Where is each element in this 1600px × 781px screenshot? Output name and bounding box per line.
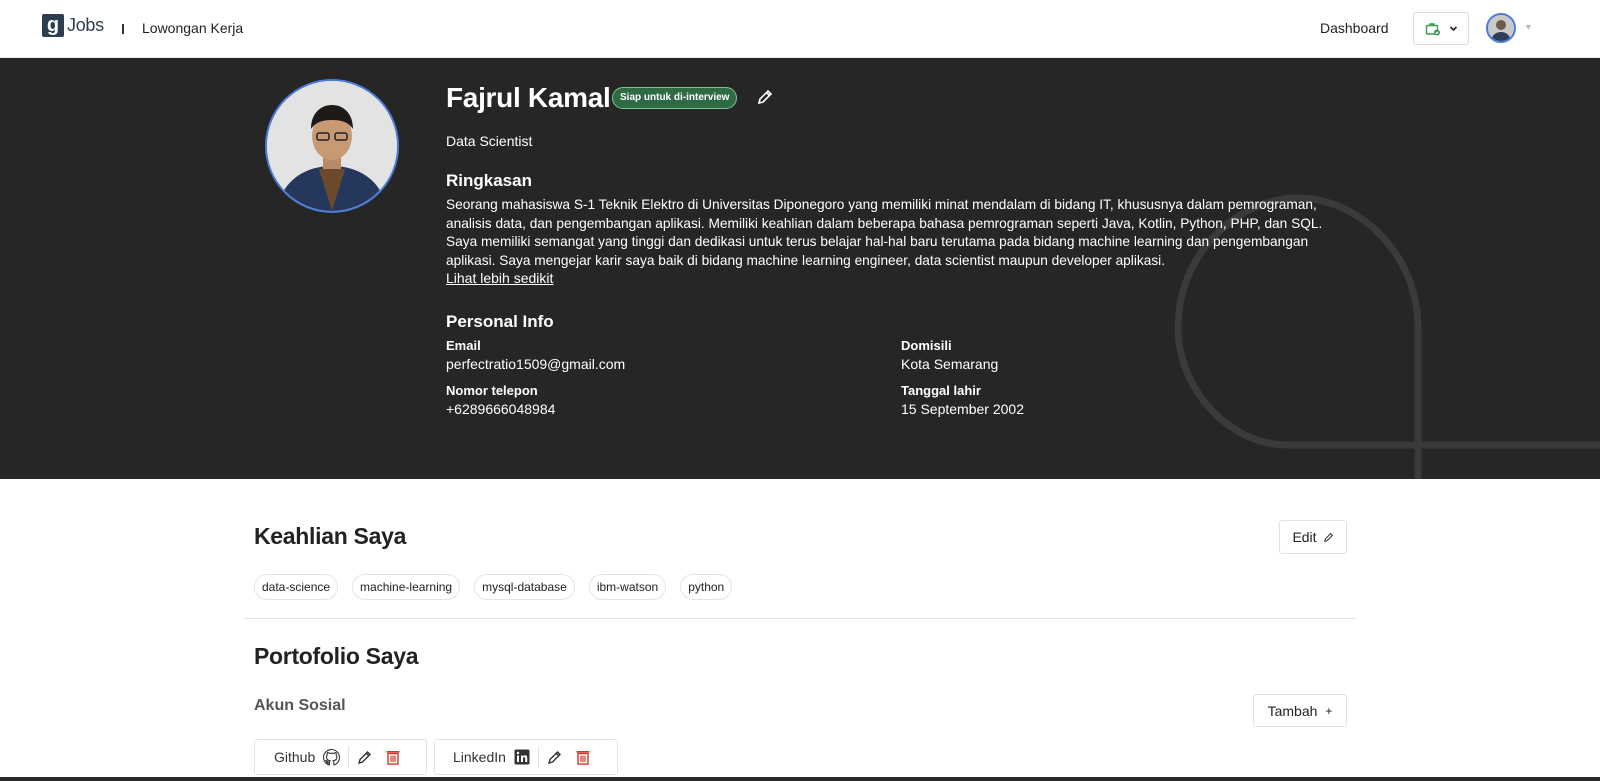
nav-link-dashboard[interactable]: Dashboard bbox=[1320, 20, 1389, 36]
edit-profile-button[interactable] bbox=[756, 88, 774, 111]
edit-skills-button[interactable]: Edit bbox=[1279, 520, 1347, 554]
profile-photo bbox=[265, 79, 399, 213]
nav-divider bbox=[122, 24, 124, 34]
profile-name: Fajrul Kamal bbox=[446, 82, 611, 113]
birthdate-label: Tanggal lahir bbox=[901, 383, 981, 398]
pencil-icon[interactable] bbox=[357, 749, 373, 765]
separator bbox=[348, 746, 350, 768]
summary-text: Seorang mahasiswa S-1 Teknik Elektro di … bbox=[446, 197, 1323, 268]
profile-hero: Fajrul Kamal Siap untuk di-interview Dat… bbox=[0, 58, 1600, 479]
skill-chip: ibm-watson bbox=[588, 574, 667, 600]
phone-value: +6289666048984 bbox=[446, 401, 556, 417]
edit-label: Edit bbox=[1292, 529, 1317, 545]
trash-icon[interactable] bbox=[575, 749, 591, 765]
skills-list: data-science machine-learning mysql-data… bbox=[254, 574, 733, 600]
email-value: perfectratio1509@gmail.com bbox=[446, 356, 626, 372]
profile-role: Data Scientist bbox=[446, 133, 533, 149]
logo-text: Jobs bbox=[67, 15, 104, 35]
skill-chip: mysql-database bbox=[474, 574, 575, 600]
skill-chip: machine-learning bbox=[352, 574, 461, 600]
domicile-value: Kota Semarang bbox=[901, 356, 999, 372]
gjobs-logo[interactable]: g Jobs bbox=[42, 14, 104, 37]
logo-mark: g bbox=[42, 14, 64, 37]
trash-icon[interactable] bbox=[385, 749, 401, 765]
chevron-down-icon bbox=[1449, 26, 1457, 32]
domicile-label: Domisili bbox=[901, 338, 952, 353]
skill-chip: python bbox=[680, 574, 733, 600]
birthdate-value: 15 September 2002 bbox=[901, 401, 1024, 417]
plus-icon: + bbox=[1325, 703, 1333, 718]
social-accounts-heading: Akun Sosial bbox=[254, 697, 346, 714]
top-navbar: g Jobs Lowongan Kerja Dashboard ▼ bbox=[0, 0, 1600, 58]
summary-heading: Ringkasan bbox=[446, 171, 532, 190]
see-less-link[interactable]: Lihat lebih sedikit bbox=[446, 270, 553, 286]
phone-label: Nomor telepon bbox=[446, 383, 538, 398]
nav-link-jobs[interactable]: Lowongan Kerja bbox=[142, 20, 243, 36]
separator bbox=[537, 746, 539, 768]
chevron-down-icon[interactable]: ▼ bbox=[1524, 22, 1533, 32]
avatar-image bbox=[1488, 15, 1514, 41]
user-avatar[interactable] bbox=[1486, 13, 1516, 43]
skills-heading: Keahlian Saya bbox=[254, 523, 407, 549]
skill-chip: data-science bbox=[254, 574, 339, 600]
social-account-github[interactable]: Github bbox=[254, 739, 427, 775]
portfolio-heading: Portofolio Saya bbox=[254, 643, 419, 669]
pencil-icon[interactable] bbox=[547, 749, 563, 765]
social-account-name: Github bbox=[274, 749, 316, 765]
personal-info-heading: Personal Info bbox=[446, 312, 554, 331]
linkedin-icon bbox=[514, 749, 530, 765]
github-icon bbox=[323, 748, 341, 766]
interview-status-badge: Siap untuk di-interview bbox=[612, 87, 738, 109]
social-account-name: LinkedIn bbox=[453, 749, 506, 765]
pencil-icon bbox=[757, 89, 773, 105]
add-social-button[interactable]: Tambah + bbox=[1253, 694, 1347, 727]
pencil-icon bbox=[1323, 532, 1333, 542]
briefcase-dropdown-button[interactable] bbox=[1413, 12, 1469, 45]
social-account-linkedin[interactable]: LinkedIn bbox=[434, 739, 618, 775]
os-taskbar-strip bbox=[0, 777, 1600, 781]
add-label: Tambah bbox=[1267, 702, 1318, 719]
email-label: Email bbox=[446, 338, 481, 353]
briefcase-icon bbox=[1425, 22, 1440, 35]
section-divider bbox=[244, 618, 1356, 619]
